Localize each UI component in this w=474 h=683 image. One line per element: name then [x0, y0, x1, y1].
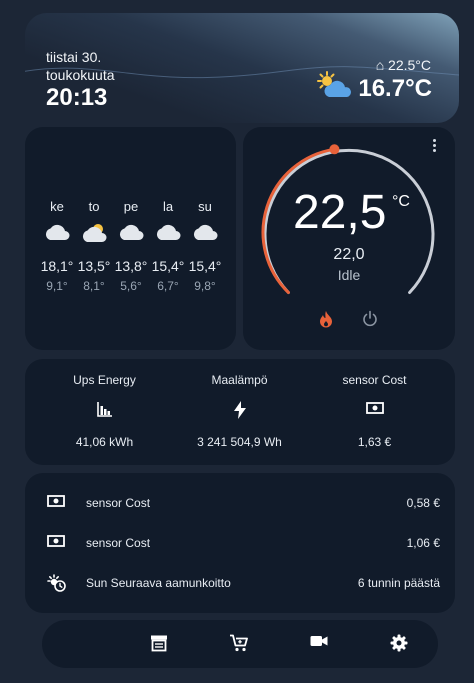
nav-archive-button[interactable]	[150, 634, 170, 654]
energy-item-label: sensor Cost	[342, 373, 407, 387]
forecast-day-name: pe	[123, 199, 139, 214]
list-item-label: sensor Cost	[86, 496, 151, 510]
forecast-day-name: ke	[50, 199, 64, 214]
inside-temperature: ⌂ 22.5°C	[375, 57, 431, 73]
thermostat-setpoint: 22,5	[293, 186, 387, 239]
partly-cloudy-icon	[317, 71, 351, 97]
partly-cloudy-icon	[82, 224, 107, 242]
hvac-state: Idle	[337, 267, 361, 283]
list-item-value: 1,06 €	[406, 536, 440, 550]
cart-icon	[230, 634, 248, 652]
forecast-high: 13,5°	[77, 258, 111, 274]
list-item-label: sensor Cost	[86, 536, 151, 550]
list-item-value: 0,58 €	[406, 496, 440, 510]
energy-item-label: Ups Energy	[73, 373, 136, 387]
forecast-day: la 15,4° 6,7°	[148, 199, 188, 293]
cloudy-icon	[45, 224, 70, 240]
date-month: toukokuuta	[46, 67, 115, 83]
list-item[interactable]: sensor Cost 1,06 €	[25, 533, 455, 553]
forecast-day-name: su	[198, 199, 212, 214]
forecast-low: 6,7°	[157, 279, 179, 293]
date-display: tiistai 30. toukokuuta	[46, 48, 115, 84]
energy-item-value: 1,63 €	[357, 435, 392, 449]
energy-item-value: 3 241 504,9 Wh	[197, 435, 282, 449]
energy-item-label: Maalämpö	[211, 373, 268, 387]
archive-icon	[151, 635, 167, 652]
header-card: tiistai 30. toukokuuta 20:13 ⌂ 22.5°C 16…	[25, 13, 459, 123]
cash-icon	[365, 402, 384, 414]
energy-item[interactable]: Ups Energy 41,06 kWh	[33, 373, 176, 449]
energy-item[interactable]: Maalämpö 3 241 504,9 Wh	[168, 373, 311, 449]
weather-forecast-card[interactable]: ke 18,1° 9,1° to 13,5° 8,1° pe 13,8° 5,6…	[25, 127, 236, 350]
setpoint-handle[interactable]	[329, 144, 340, 155]
list-item-value: 6 tunnin päästä	[357, 576, 440, 590]
bottom-navigation	[42, 620, 438, 668]
cloudy-icon	[193, 224, 218, 240]
forecast-day: pe 13,8° 5,6°	[111, 199, 151, 293]
nav-camera-button[interactable]	[310, 634, 330, 654]
current-temperature: 22,0	[333, 246, 365, 263]
cloudy-icon	[119, 224, 144, 240]
forecast-low: 8,1°	[83, 279, 105, 293]
nav-shopping-button[interactable]	[229, 634, 249, 654]
forecast-low: 9,1°	[46, 279, 68, 293]
list-item-label: Sun Seuraava aamunkoitto	[86, 576, 231, 590]
sunrise-clock-icon	[47, 574, 66, 592]
forecast-day-name: to	[88, 199, 100, 214]
energy-summary-card: Ups Energy 41,06 kWh Maalämpö 3 241 504,…	[25, 359, 455, 465]
cloudy-icon	[156, 224, 181, 240]
list-item[interactable]: Sun Seuraava aamunkoitto 6 tunnin päästä	[25, 573, 455, 593]
forecast-high: 15,4°	[151, 258, 185, 274]
forecast-low: 9,8°	[194, 279, 216, 293]
gear-icon	[390, 634, 408, 652]
date-weekday: tiistai 30.	[46, 49, 102, 65]
list-item[interactable]: sensor Cost 0,58 €	[25, 493, 455, 513]
forecast-day: ke 18,1° 9,1°	[37, 199, 77, 293]
power-icon[interactable]	[362, 310, 378, 327]
forecast-day: su 15,4° 9,8°	[185, 199, 225, 293]
forecast-day: to 13,5° 8,1°	[74, 199, 114, 293]
more-options-icon[interactable]	[430, 139, 438, 155]
cash-icon	[47, 535, 65, 547]
video-camera-icon	[310, 636, 328, 646]
energy-item[interactable]: sensor Cost 1,63 €	[303, 373, 446, 449]
energy-item-value: 41,06 kWh	[75, 435, 134, 449]
flame-icon[interactable]	[318, 310, 334, 328]
lightning-icon	[233, 401, 246, 419]
clock-time: 20:13	[46, 84, 108, 111]
thermostat-card: 22,5 °C 22,0 Idle	[243, 127, 455, 350]
thermostat-unit: °C	[392, 193, 410, 210]
forecast-day-name: la	[162, 199, 174, 214]
chart-bar-icon	[96, 402, 112, 417]
cash-icon	[47, 495, 65, 507]
entity-list-card: sensor Cost 0,58 € sensor Cost 1,06 € Su…	[25, 473, 455, 613]
outside-temperature: 16.7°C	[358, 75, 432, 102]
forecast-high: 18,1°	[40, 258, 74, 274]
forecast-high: 15,4°	[188, 258, 222, 274]
forecast-high: 13,8°	[114, 258, 148, 274]
nav-settings-button[interactable]	[390, 634, 410, 654]
forecast-low: 5,6°	[120, 279, 142, 293]
